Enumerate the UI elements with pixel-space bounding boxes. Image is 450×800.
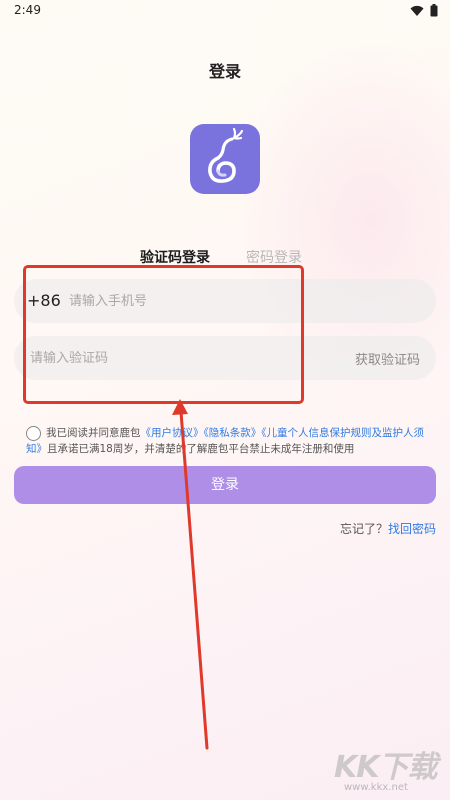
- agreement-prefix: 我已阅读并同意鹿包: [46, 427, 141, 439]
- get-code-button[interactable]: 获取验证码: [355, 349, 420, 368]
- agreement-checkbox[interactable]: [26, 426, 41, 441]
- user-agreement-link[interactable]: 《用户协议》: [141, 427, 204, 439]
- battery-icon: [430, 4, 438, 17]
- watermark-logo: KK下载: [334, 750, 437, 785]
- status-time: 2:49: [14, 3, 41, 17]
- forgot-prompt: 忘记了？: [339, 522, 388, 536]
- agreement-text: 我已阅读并同意鹿包《用户协议》《隐私条款》《儿童个人信息保护规则及监护人须知》且…: [26, 425, 438, 457]
- wifi-icon: [410, 5, 424, 16]
- forgot-password: 忘记了？找回密码: [340, 520, 436, 537]
- recover-password-link[interactable]: 找回密码: [388, 522, 436, 536]
- agreement-suffix: 且承诺已满18周岁，并清楚的了解鹿包平台禁止未成年注册和使用: [47, 443, 355, 455]
- status-icons: [410, 4, 438, 17]
- tab-password-login[interactable]: 密码登录: [246, 247, 302, 267]
- page-title: 登录: [208, 62, 241, 81]
- login-button[interactable]: 登录: [14, 466, 436, 504]
- watermark: KK下载 www.kkx.net: [330, 742, 450, 800]
- tab-sms-login[interactable]: 验证码登录: [140, 247, 210, 267]
- login-screen: 2:49 登录 验证码登录 密码登录 +86 获取验证码 我已阅读并同意鹿包《用…: [0, 0, 450, 800]
- status-bar: 2:49: [0, 0, 450, 22]
- privacy-link[interactable]: 《隐私条款》: [204, 427, 262, 439]
- annotation-highlight-box: [23, 265, 304, 404]
- deer-logo-icon: [190, 124, 260, 194]
- watermark-url: www.kkx.net: [344, 782, 408, 793]
